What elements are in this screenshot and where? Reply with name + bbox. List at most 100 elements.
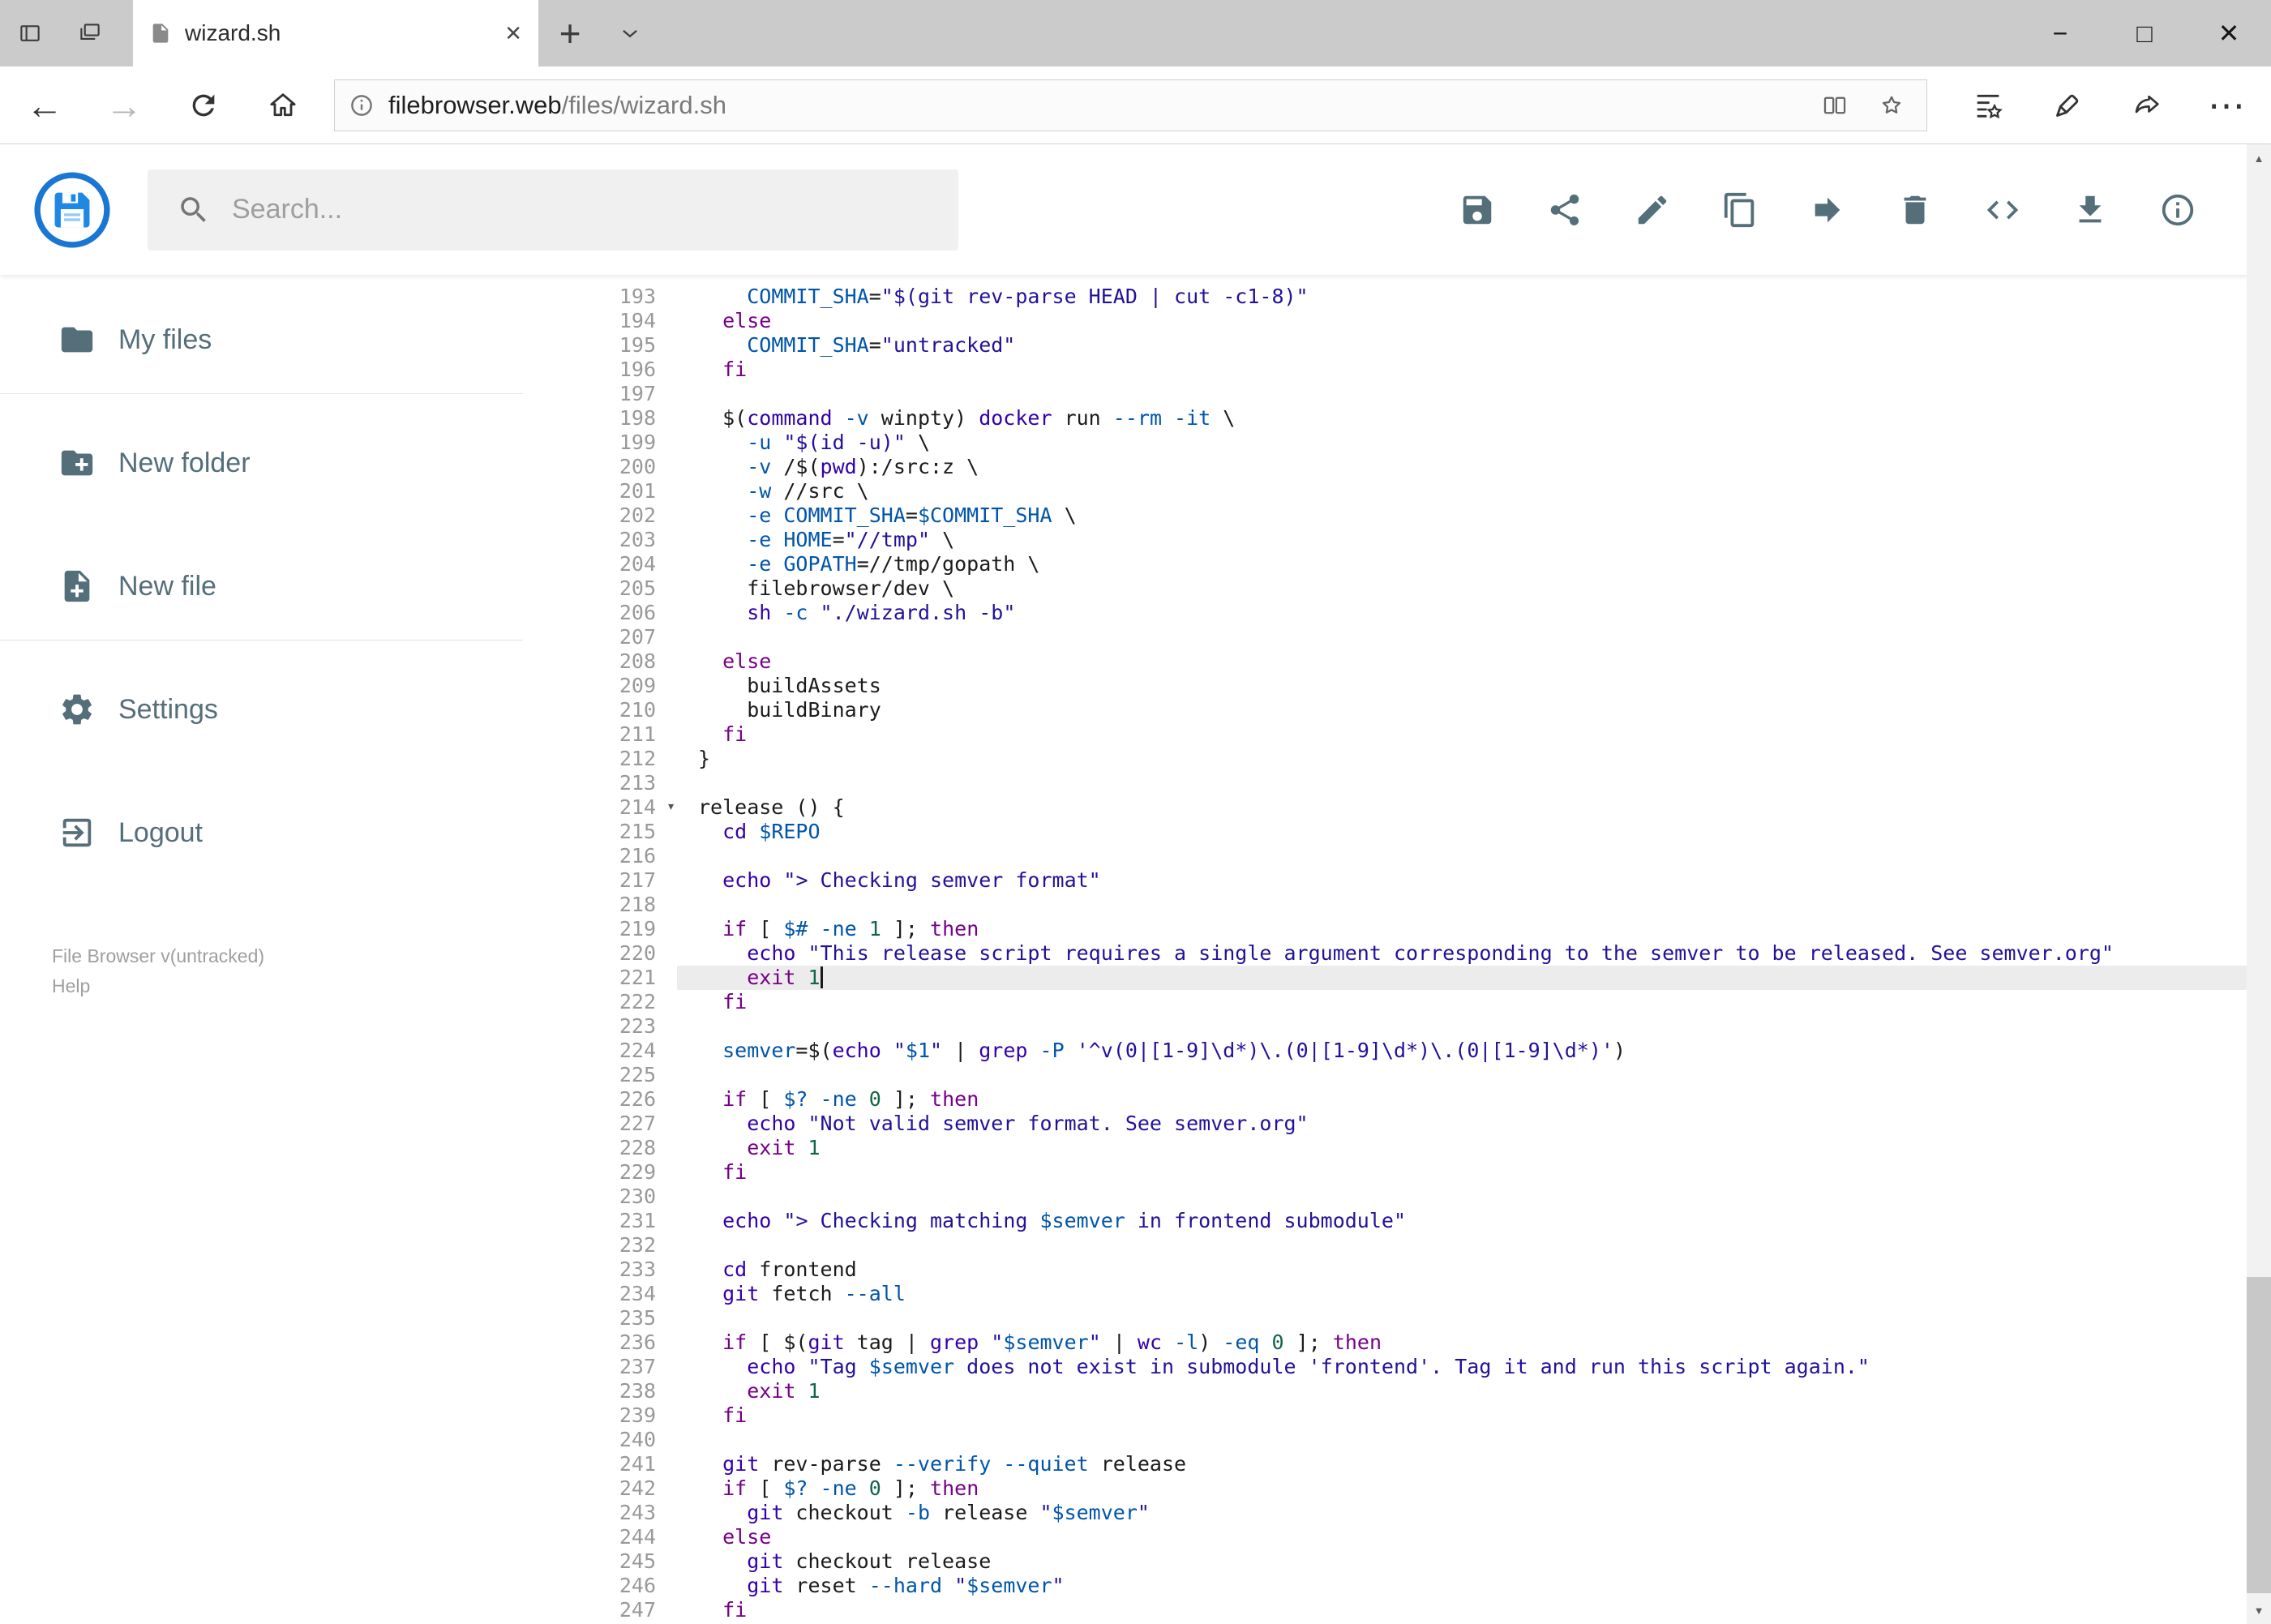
scroll-up-button[interactable]: ▲ bbox=[2247, 144, 2271, 172]
code-line[interactable]: else bbox=[677, 309, 2271, 333]
set-tabs-aside-button[interactable] bbox=[0, 0, 60, 66]
line-number[interactable]: 237 bbox=[523, 1355, 677, 1379]
page-scrollbar[interactable]: ▲ ▼ bbox=[2247, 144, 2271, 1624]
scrollbar-thumb[interactable] bbox=[2247, 1277, 2271, 1593]
browser-tab[interactable]: wizard.sh ✕ bbox=[133, 0, 538, 66]
edit-button[interactable] bbox=[1634, 191, 1671, 229]
code-line[interactable]: ​ bbox=[677, 1063, 2271, 1087]
line-number[interactable]: 236 bbox=[523, 1330, 677, 1355]
site-info-icon[interactable] bbox=[348, 92, 375, 119]
code-button[interactable] bbox=[1984, 191, 2021, 229]
line-number[interactable]: 234 bbox=[523, 1282, 677, 1306]
code-line[interactable]: git fetch --all bbox=[677, 1282, 2271, 1306]
line-number[interactable]: 232 bbox=[523, 1233, 677, 1258]
code-line[interactable]: ​ bbox=[677, 382, 2271, 406]
line-number[interactable]: 215 bbox=[523, 820, 677, 844]
copy-button[interactable] bbox=[1721, 191, 1759, 229]
code-line[interactable]: COMMIT_SHA="$(git rev-parse HEAD | cut -… bbox=[677, 285, 2271, 309]
line-number[interactable]: 201 bbox=[523, 479, 677, 503]
line-number[interactable]: 226 bbox=[523, 1087, 677, 1112]
line-number[interactable]: 196 bbox=[523, 358, 677, 382]
code-line[interactable]: ​ bbox=[677, 844, 2271, 868]
share-button[interactable] bbox=[2107, 66, 2187, 144]
code-line[interactable]: ​ bbox=[677, 893, 2271, 917]
sidebar-item-settings[interactable]: Settings bbox=[0, 677, 523, 742]
tabs-preview-button[interactable] bbox=[60, 0, 120, 66]
code-line[interactable]: exit 1 bbox=[677, 966, 2271, 990]
help-link[interactable]: Help bbox=[52, 971, 523, 1001]
window-maximize-button[interactable]: □ bbox=[2102, 0, 2187, 66]
code-line[interactable]: fi bbox=[677, 358, 2271, 382]
line-number[interactable]: 222 bbox=[523, 990, 677, 1014]
sidebar-item-new-file[interactable]: New file bbox=[0, 554, 523, 619]
code-line[interactable]: fi bbox=[677, 1160, 2271, 1185]
line-number[interactable]: 208 bbox=[523, 649, 677, 674]
line-number[interactable]: 247 bbox=[523, 1598, 677, 1622]
code-line[interactable]: -w //src \ bbox=[677, 479, 2271, 503]
code-line[interactable]: if [ $? -ne 0 ]; then bbox=[677, 1087, 2271, 1112]
code-line[interactable]: echo "Tag $semver does not exist in subm… bbox=[677, 1355, 2271, 1379]
code-line[interactable]: echo "> Checking matching $semver in fro… bbox=[677, 1209, 2271, 1233]
window-minimize-button[interactable]: − bbox=[2018, 0, 2102, 66]
code-line[interactable]: exit 1 bbox=[677, 1136, 2271, 1160]
code-line[interactable]: git checkout -b release "$semver" bbox=[677, 1501, 2271, 1525]
code-line[interactable]: git reset --hard "$semver" bbox=[677, 1574, 2271, 1598]
info-button[interactable] bbox=[2159, 191, 2196, 229]
line-number[interactable]: 204 bbox=[523, 552, 677, 576]
code-line[interactable]: filebrowser/dev \ bbox=[677, 576, 2271, 601]
share-button[interactable] bbox=[1546, 191, 1583, 229]
code-line[interactable]: ​ bbox=[677, 1428, 2271, 1452]
code-line[interactable]: ​ bbox=[677, 771, 2271, 795]
sidebar-item-new-folder[interactable]: New folder bbox=[0, 431, 523, 495]
line-number[interactable]: 219 bbox=[523, 917, 677, 941]
code-line[interactable]: semver=$(echo "$1" | grep -P '^v(0|[1-9]… bbox=[677, 1039, 2271, 1063]
code-line[interactable]: exit 1 bbox=[677, 1379, 2271, 1403]
line-number[interactable]: 244 bbox=[523, 1525, 677, 1549]
more-options-button[interactable]: ⋯ bbox=[2187, 66, 2266, 144]
line-number[interactable]: 216 bbox=[523, 844, 677, 868]
line-number[interactable]: 231 bbox=[523, 1209, 677, 1233]
code-line[interactable]: ​ bbox=[677, 1306, 2271, 1330]
line-number[interactable]: 241 bbox=[523, 1452, 677, 1476]
code-line[interactable]: -e COMMIT_SHA=$COMMIT_SHA \ bbox=[677, 503, 2271, 528]
line-number[interactable]: 238 bbox=[523, 1379, 677, 1403]
code-line[interactable]: if [ $# -ne 1 ]; then bbox=[677, 917, 2271, 941]
sidebar-item-my-files[interactable]: My files bbox=[0, 307, 523, 372]
code-line[interactable]: ​ bbox=[677, 1185, 2271, 1209]
line-number[interactable]: 199 bbox=[523, 431, 677, 455]
code-line[interactable]: git rev-parse --verify --quiet release bbox=[677, 1452, 2271, 1476]
line-number[interactable]: 240 bbox=[523, 1428, 677, 1452]
search-input[interactable] bbox=[232, 194, 958, 225]
forward-button[interactable]: → bbox=[84, 66, 164, 144]
code-line[interactable]: } bbox=[677, 747, 2271, 771]
delete-button[interactable] bbox=[1896, 191, 1934, 229]
code-line[interactable]: release () { bbox=[677, 795, 2271, 820]
line-number[interactable]: 223 bbox=[523, 1014, 677, 1039]
code-line[interactable]: ​ bbox=[677, 1014, 2271, 1039]
line-number[interactable]: 193 bbox=[523, 285, 677, 309]
code-line[interactable]: fi bbox=[677, 1403, 2271, 1428]
tab-close-icon[interactable]: ✕ bbox=[504, 23, 522, 44]
line-number[interactable]: 202 bbox=[523, 503, 677, 528]
refresh-button[interactable] bbox=[164, 66, 243, 144]
line-number[interactable]: 229 bbox=[523, 1160, 677, 1185]
line-number[interactable]: 217 bbox=[523, 868, 677, 893]
scroll-down-button[interactable]: ▼ bbox=[2247, 1596, 2271, 1624]
code-line[interactable]: echo "This release script requires a sin… bbox=[677, 941, 2271, 966]
editor-code[interactable]: COMMIT_SHA="$(git rev-parse HEAD | cut -… bbox=[677, 285, 2271, 1624]
line-number[interactable]: 243 bbox=[523, 1501, 677, 1525]
line-number[interactable]: 227 bbox=[523, 1112, 677, 1136]
line-number[interactable]: 200 bbox=[523, 455, 677, 479]
code-line[interactable]: echo "> Checking semver format" bbox=[677, 868, 2271, 893]
code-line[interactable]: -v /$(pwd):/src:z \ bbox=[677, 455, 2271, 479]
code-line[interactable]: -e GOPATH=//tmp/gopath \ bbox=[677, 552, 2271, 576]
line-number[interactable]: 235 bbox=[523, 1306, 677, 1330]
address-bar[interactable]: filebrowser.web/files/wizard.sh bbox=[334, 79, 1927, 131]
move-button[interactable] bbox=[1809, 191, 1846, 229]
line-number[interactable]: 210 bbox=[523, 698, 677, 722]
line-number[interactable]: 218 bbox=[523, 893, 677, 917]
code-line[interactable]: ​ bbox=[677, 1233, 2271, 1258]
line-number[interactable]: 205 bbox=[523, 576, 677, 601]
line-number[interactable]: 203 bbox=[523, 528, 677, 552]
line-number[interactable]: 214 ▾ bbox=[523, 795, 677, 820]
